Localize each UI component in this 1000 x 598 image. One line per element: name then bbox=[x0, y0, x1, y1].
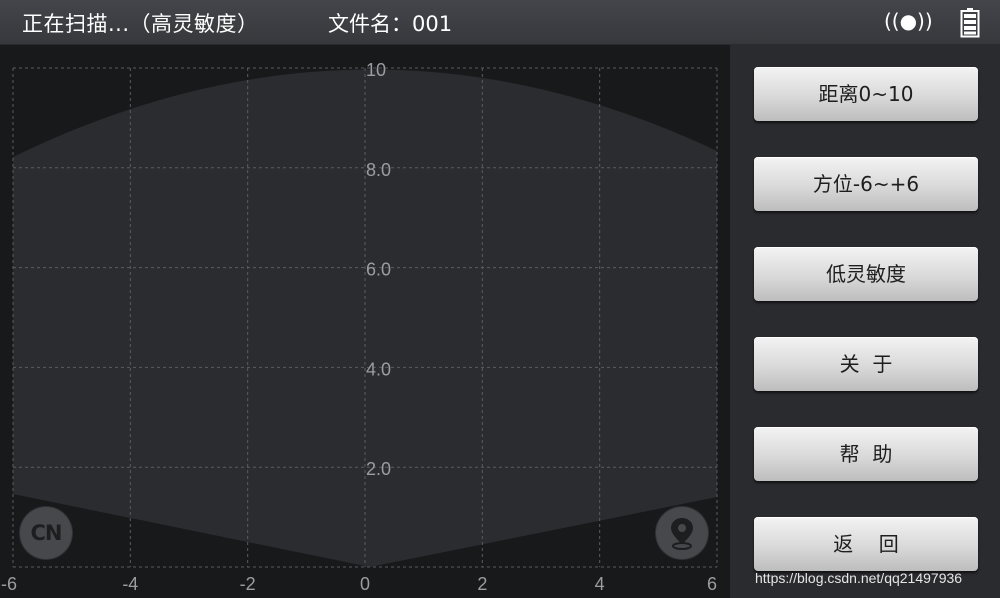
file-name-label: 文件名：001 bbox=[328, 12, 453, 36]
x-axis-label: -2 bbox=[240, 574, 256, 594]
y-axis-label: 4.0 bbox=[366, 359, 391, 379]
x-axis-label: -4 bbox=[122, 574, 138, 594]
language-cn-button[interactable]: CN bbox=[20, 507, 72, 559]
scan-plot: 10 8.0 6.0 4.0 2.0 -6 -4 -2 0 2 4 6 bbox=[1, 60, 718, 594]
scan-status: 正在扫描...（高灵敏度） bbox=[22, 12, 259, 36]
about-button[interactable]: 关 于 bbox=[754, 337, 978, 391]
location-pin-glyph bbox=[671, 518, 693, 550]
sensitivity-button[interactable]: 低灵敏度 bbox=[754, 247, 978, 301]
azimuth-button[interactable]: 方位-6~+6 bbox=[754, 157, 978, 211]
scan-coverage-area bbox=[13, 69, 717, 567]
location-pin-icon[interactable] bbox=[656, 507, 708, 559]
back-button[interactable]: 返 回 bbox=[754, 517, 978, 571]
scan-plot-area[interactable]: 10 8.0 6.0 4.0 2.0 -6 -4 -2 0 2 4 6 CN bbox=[0, 45, 730, 598]
x-axis-label: 2 bbox=[477, 574, 487, 594]
y-axis-label: 10 bbox=[366, 60, 386, 80]
sidebar: 距离0~10 方位-6~+6 低灵敏度 关 于 帮 助 返 回 bbox=[730, 45, 1000, 598]
top-status-bar: 正在扫描...（高灵敏度） 文件名：001 ((●)) bbox=[0, 0, 1000, 45]
y-axis-label: 8.0 bbox=[366, 160, 391, 180]
y-axis-label: 2.0 bbox=[366, 459, 391, 479]
x-axis-label: 4 bbox=[595, 574, 605, 594]
y-axis-label: 6.0 bbox=[366, 260, 391, 280]
x-axis-label: 0 bbox=[360, 574, 370, 594]
x-axis-label: -6 bbox=[1, 574, 17, 594]
signal-icon: ((●)) bbox=[884, 9, 933, 33]
help-button[interactable]: 帮 助 bbox=[754, 427, 978, 481]
x-axis-label: 6 bbox=[707, 574, 717, 594]
range-button[interactable]: 距离0~10 bbox=[754, 67, 978, 121]
battery-icon bbox=[960, 8, 980, 38]
watermark: https://blog.csdn.net/qq21497936 bbox=[755, 570, 963, 586]
